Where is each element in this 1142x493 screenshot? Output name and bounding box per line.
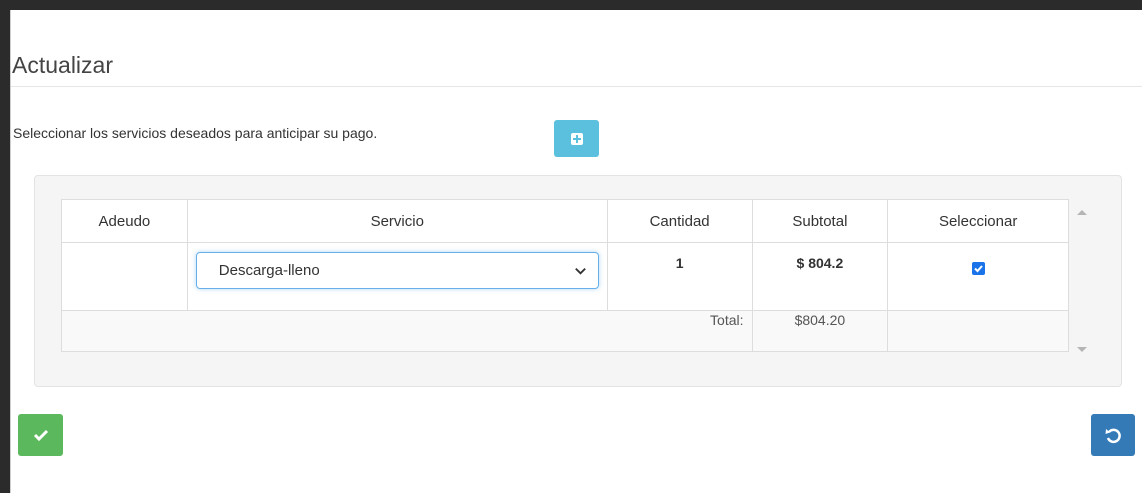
total-row: Total: $804.20 [61, 310, 1069, 352]
cell-seleccionar [887, 242, 1069, 311]
header-subtotal[interactable]: Subtotal [751, 199, 889, 243]
header-servicio[interactable]: Servicio [186, 199, 608, 243]
cell-servicio: Descarga-lleno [186, 242, 608, 311]
services-panel: Adeudo Servicio Cantidad Subtotal Selecc… [34, 175, 1122, 387]
table-header-row: Adeudo Servicio Cantidad Subtotal Selecc… [61, 199, 1069, 243]
chevron-down-icon [574, 267, 586, 275]
scroll-down-icon[interactable] [1077, 347, 1087, 352]
instructions-text: Seleccionar los servicios deseados para … [13, 125, 378, 141]
header-adeudo[interactable]: Adeudo [61, 199, 188, 243]
total-label: Total: [61, 310, 753, 352]
plus-square-icon [570, 132, 583, 145]
table-scrollbar[interactable] [1073, 199, 1091, 359]
services-table-container: Adeudo Servicio Cantidad Subtotal Selecc… [61, 199, 1069, 352]
service-select-value: Descarga-lleno [218, 262, 320, 279]
check-icon [973, 265, 983, 273]
cell-adeudo [61, 242, 188, 311]
select-checkbox[interactable] [971, 262, 985, 275]
total-value: $804.20 [751, 310, 889, 352]
header-cantidad[interactable]: Cantidad [606, 199, 753, 243]
update-modal: Actualizar Seleccionar los servicios des… [10, 10, 1142, 493]
reset-button[interactable] [1091, 414, 1135, 456]
total-empty-cell [887, 310, 1069, 352]
cell-subtotal: $ 804.2 [751, 242, 889, 311]
check-icon [33, 429, 48, 442]
scroll-up-icon[interactable] [1077, 210, 1087, 215]
table-row: Descarga-lleno 1 $ 804.2 [61, 242, 1069, 311]
modal-header: Actualizar [11, 10, 1142, 87]
services-table: Adeudo Servicio Cantidad Subtotal Selecc… [61, 199, 1069, 352]
cell-cantidad: 1 [606, 242, 753, 311]
modal-title: Actualizar [12, 52, 113, 78]
service-select[interactable]: Descarga-lleno [195, 252, 599, 289]
confirm-button[interactable] [18, 414, 63, 456]
add-service-button[interactable] [554, 120, 599, 157]
header-seleccionar[interactable]: Seleccionar [887, 199, 1069, 243]
undo-icon [1105, 428, 1121, 444]
